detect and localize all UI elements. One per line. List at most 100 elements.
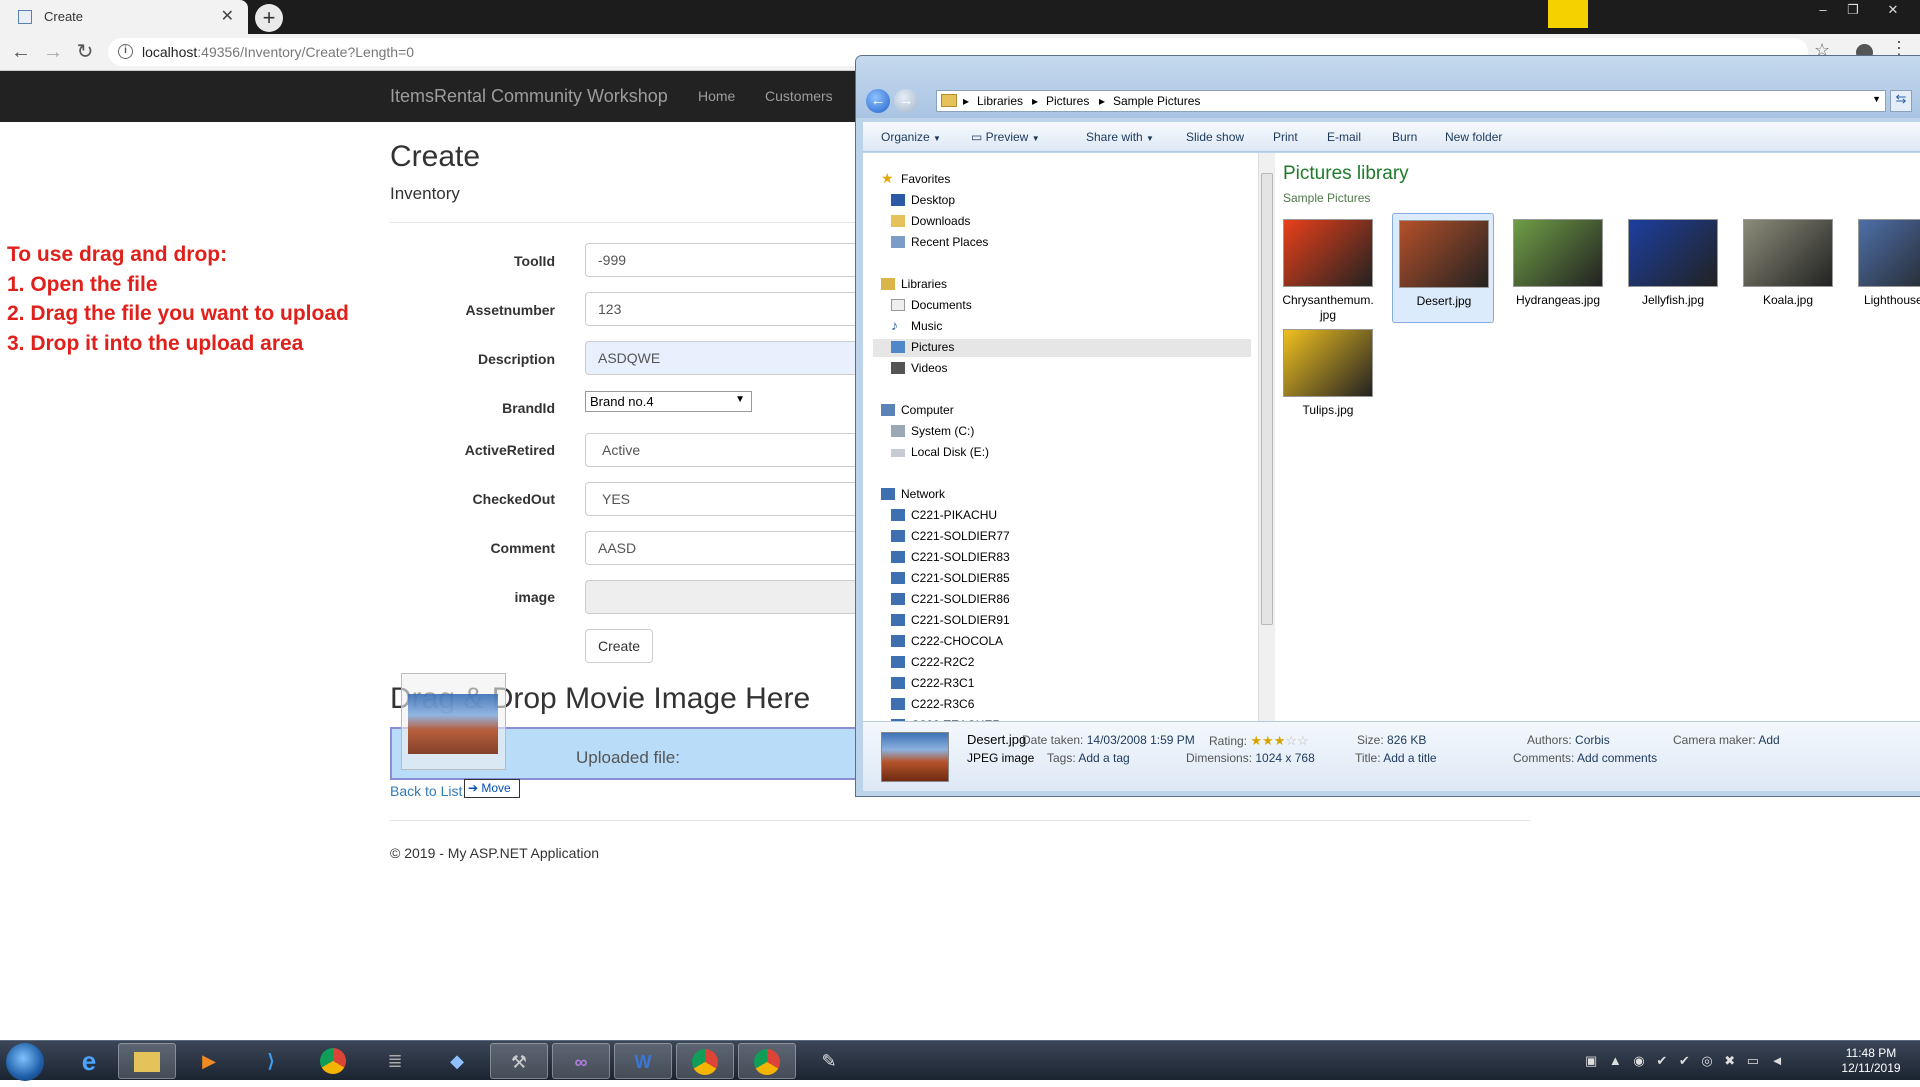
rating-stars[interactable]: ★★★☆☆ (1250, 733, 1309, 748)
folder-icon (941, 94, 957, 107)
email-button[interactable]: E-mail (1327, 130, 1361, 144)
forward-arrow-icon[interactable]: → (40, 40, 66, 66)
back-arrow-icon[interactable]: ← (8, 40, 34, 66)
nav-network-host[interactable]: C222-CHOCOLA (891, 633, 1251, 651)
file-thumbnail[interactable]: Chrysanthemum. jpg (1277, 213, 1379, 323)
detail-value[interactable]: Add (1758, 733, 1779, 747)
toolid-input[interactable]: -999 (585, 243, 885, 277)
nav-documents[interactable]: Documents (891, 297, 1251, 315)
chrome-icon[interactable] (304, 1043, 362, 1079)
detail-value[interactable]: Corbis (1575, 733, 1610, 747)
detail-value[interactable]: Add comments (1577, 751, 1657, 765)
new-folder-button[interactable]: New folder (1445, 130, 1502, 144)
chrome-window-icon[interactable] (738, 1043, 796, 1079)
path-crumb-libraries[interactable]: Libraries (977, 94, 1023, 108)
vscode-icon[interactable]: ⟩ (242, 1043, 300, 1079)
file-thumbnail[interactable]: Tulips.jpg (1277, 323, 1379, 433)
comment-input[interactable]: AASD (585, 531, 885, 565)
rating-star-icon[interactable]: ★ (1250, 733, 1262, 748)
nav-network-host[interactable]: C221-SOLDIER83 (891, 549, 1251, 567)
rating-star-icon[interactable]: ☆ (1297, 733, 1309, 748)
nav-computer[interactable]: Computer (881, 402, 1251, 420)
file-thumbnail[interactable]: Jellyfish.jpg (1622, 213, 1724, 323)
path-crumb-sample-pictures[interactable]: Sample Pictures (1113, 94, 1200, 108)
explorer-window[interactable]: ← → ▸ Libraries ▸ Pictures ▸ Sample Pict… (855, 55, 1920, 797)
database-icon[interactable]: ≣ (366, 1043, 424, 1079)
internet-explorer-icon[interactable]: e (60, 1043, 118, 1079)
nav-network[interactable]: Network (881, 486, 1251, 504)
organize-menu[interactable]: Organize ▼ (881, 130, 941, 144)
brandid-select[interactable]: Brand no.4 ▼ (585, 391, 752, 412)
nav-pictures[interactable]: Pictures (873, 339, 1251, 357)
nav-network-host[interactable]: C221-PIKACHU (891, 507, 1251, 525)
nav-network-host[interactable]: C221-SOLDIER86 (891, 591, 1251, 609)
file-explorer-icon[interactable] (118, 1043, 176, 1079)
file-thumbnail[interactable]: Lighthouse.jpg (1852, 213, 1920, 323)
nav-videos[interactable]: Videos (891, 360, 1251, 378)
file-thumbnail[interactable]: Desert.jpg (1392, 213, 1494, 323)
window-close-icon[interactable]: ✕ (1880, 2, 1906, 20)
rating-star-icon[interactable]: ☆ (1285, 733, 1297, 748)
system-clock[interactable]: 11:48 PM 12/11/2019 (1838, 1046, 1904, 1076)
detail-value[interactable]: Add a tag (1078, 751, 1129, 765)
back-to-list-link[interactable]: Back to List (390, 783, 462, 799)
print-button[interactable]: Print (1273, 130, 1298, 144)
path-dropdown-icon[interactable]: ▼ (1872, 94, 1881, 104)
nav-libraries[interactable]: Libraries (881, 276, 1251, 294)
explorer-path-bar[interactable]: ▸ Libraries ▸ Pictures ▸ Sample Pictures… (936, 90, 1886, 112)
assetnumber-input[interactable]: 123 (585, 292, 885, 326)
rating-star-icon[interactable]: ★ (1274, 733, 1286, 748)
visual-studio-icon[interactable]: ∞ (552, 1043, 610, 1079)
nav-network-host[interactable]: C221-SOLDIER91 (891, 612, 1251, 630)
paint-icon[interactable]: ✎ (800, 1043, 858, 1079)
preview-menu[interactable]: ▭ Preview ▼ (971, 130, 1040, 144)
path-crumb-pictures[interactable]: Pictures (1046, 94, 1089, 108)
media-player-icon[interactable]: ▶ (180, 1043, 238, 1079)
nav-network-host[interactable]: C222-R2C2 (891, 654, 1251, 672)
explorer-refresh-icon[interactable]: ⇆ (1890, 90, 1912, 112)
scrollbar-thumb[interactable] (1261, 173, 1273, 625)
slide-show-button[interactable]: Slide show (1186, 130, 1244, 144)
nav-network-host[interactable]: C221-SOLDIER85 (891, 570, 1251, 588)
checkedout-select[interactable]: YES (585, 482, 885, 516)
tab-close-icon[interactable]: ✕ (221, 6, 234, 26)
nav-network-host[interactable]: C222-R3C1 (891, 675, 1251, 693)
cube-app-icon[interactable]: ◆ (428, 1043, 486, 1079)
nav-music[interactable]: ♪ Music (891, 317, 1251, 336)
create-button[interactable]: Create (585, 629, 653, 663)
nav-system-drive[interactable]: System (C:) (891, 423, 1251, 441)
nav-local-disk[interactable]: Local Disk (E:) (891, 444, 1251, 462)
burn-button[interactable]: Burn (1392, 130, 1417, 144)
browser-tab-create[interactable]: Create ✕ (0, 0, 248, 34)
rating-star-icon[interactable]: ★ (1262, 733, 1274, 748)
activeretired-select[interactable]: Active (585, 433, 885, 467)
nav-link-home[interactable]: Home (698, 88, 735, 104)
nav-downloads[interactable]: Downloads (891, 213, 1251, 231)
file-thumbnail[interactable]: Hydrangeas.jpg (1507, 213, 1609, 323)
nav-recent-places[interactable]: Recent Places (891, 234, 1251, 252)
tools-icon[interactable]: ⚒ (490, 1043, 548, 1079)
chrome-window-icon[interactable] (676, 1043, 734, 1079)
start-button-icon[interactable] (6, 1043, 44, 1081)
nav-network-host[interactable]: C221-SOLDIER77 (891, 528, 1251, 546)
extension-icon[interactable] (1548, 0, 1588, 28)
share-with-menu[interactable]: Share with ▼ (1086, 130, 1154, 144)
site-brand-link[interactable]: ItemsRental Community Workshop (390, 86, 668, 107)
nav-link-customers[interactable]: Customers (765, 88, 833, 104)
description-input[interactable]: ASDQWE (585, 341, 885, 375)
explorer-forward-icon[interactable]: → (894, 89, 918, 113)
nav-pane-scrollbar[interactable] (1258, 153, 1275, 721)
nav-desktop[interactable]: Desktop (891, 192, 1251, 210)
site-info-icon[interactable]: i (118, 44, 133, 59)
detail-value[interactable]: Add a title (1383, 751, 1436, 765)
reload-icon[interactable]: ↻ (72, 40, 98, 66)
window-maximize-icon[interactable]: ❐ (1840, 2, 1866, 20)
window-minimize-icon[interactable]: – (1810, 2, 1836, 20)
nav-network-host[interactable]: C222-R3C6 (891, 696, 1251, 714)
system-tray[interactable]: ▣ ▲ ◉ ✔ ✔ ◎ ✖ ▭ ◄ (1585, 1053, 1788, 1069)
nav-favorites[interactable]: ★ Favorites (881, 170, 1251, 189)
explorer-back-icon[interactable]: ← (866, 89, 890, 113)
new-tab-button[interactable]: + (255, 4, 283, 32)
file-thumbnail[interactable]: Koala.jpg (1737, 213, 1839, 323)
word-icon[interactable]: W (614, 1043, 672, 1079)
